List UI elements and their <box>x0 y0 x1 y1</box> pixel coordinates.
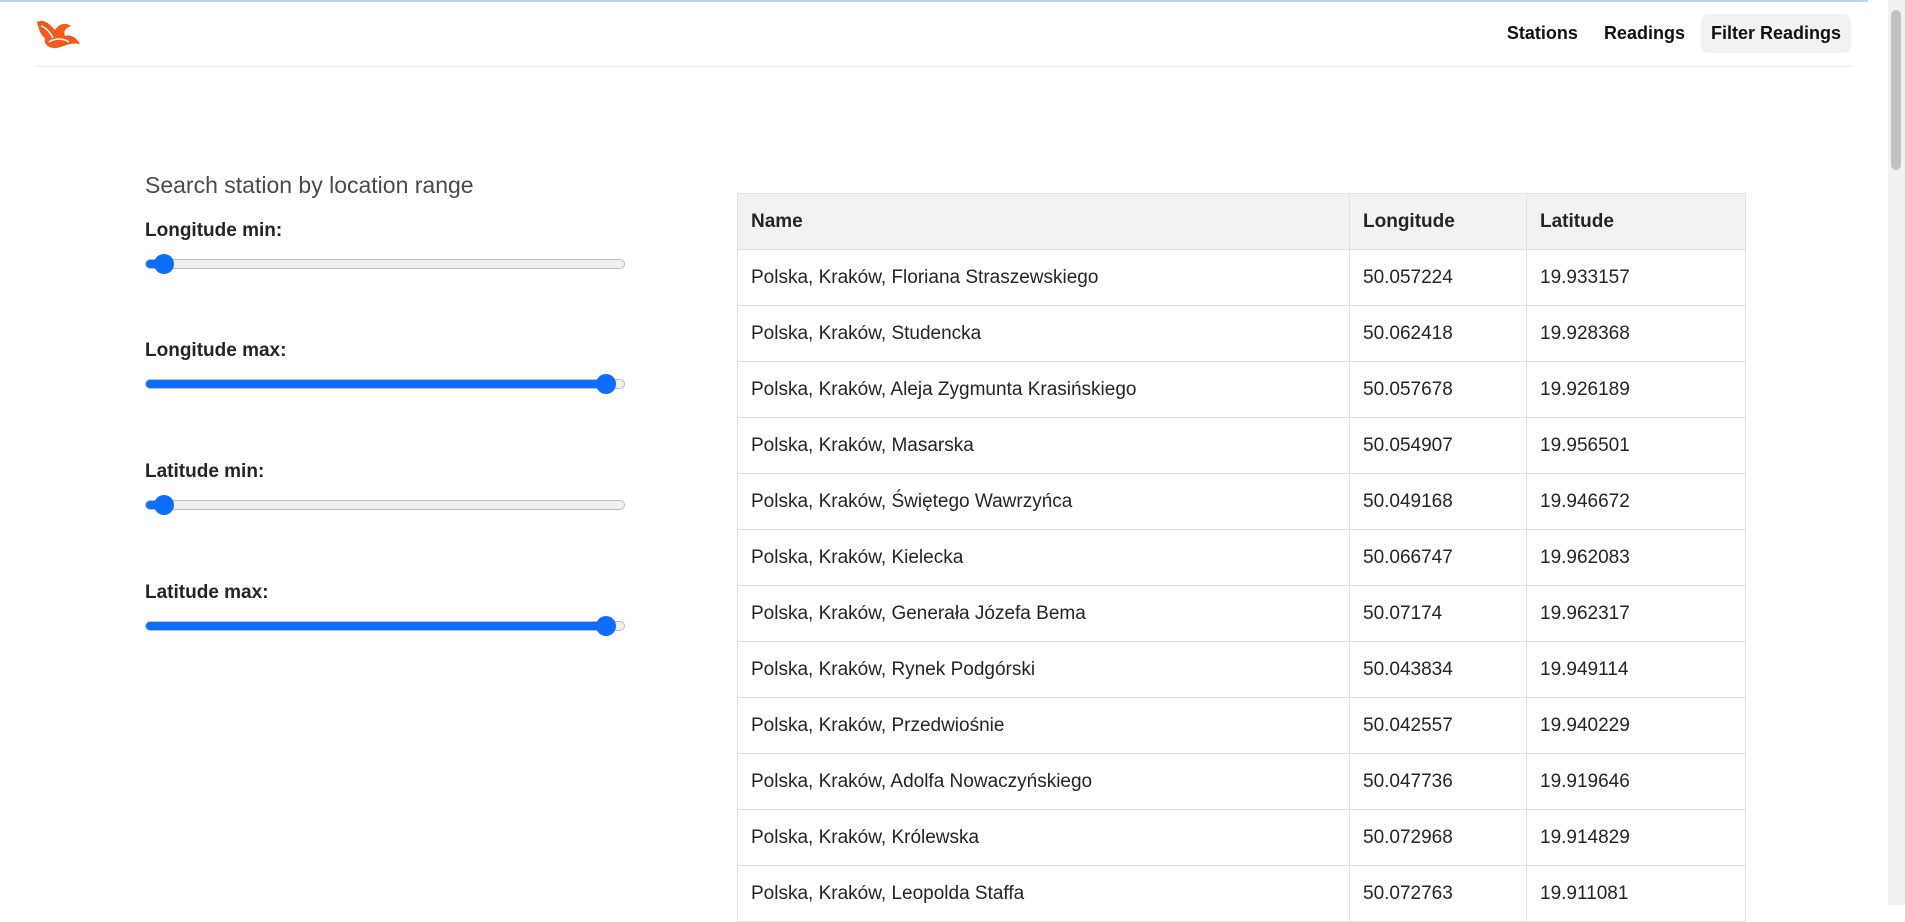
station-latitude-cell: 19.962083 <box>1526 529 1746 586</box>
station-name-cell: Polska, Kraków, Królewska <box>737 809 1350 866</box>
slider-thumb[interactable] <box>595 374 616 394</box>
station-latitude-cell: 19.933157 <box>1526 249 1746 306</box>
top-navbar: Stations Readings Filter Readings <box>35 2 1853 67</box>
page-scrollbar[interactable] <box>1888 0 1905 905</box>
longitude-max-slider[interactable] <box>145 373 625 395</box>
station-latitude-cell: 19.962317 <box>1526 585 1746 642</box>
station-name-cell: Polska, Kraków, Floriana Straszewskiego <box>737 249 1350 306</box>
station-name-cell: Polska, Kraków, Świętego Wawrzyńca <box>737 473 1350 530</box>
column-header-name[interactable]: Name <box>737 193 1350 250</box>
table-row[interactable]: Polska, Kraków, Masarska 50.054907 19.9565… <box>737 417 1746 474</box>
slider-track <box>145 500 625 510</box>
latitude-max-slider[interactable] <box>145 615 625 637</box>
table-row[interactable]: Polska, Kraków, Leopolda Staffa 50.072763… <box>737 865 1746 922</box>
station-name-cell: Polska, Kraków, Rynek Podgórski <box>737 641 1350 698</box>
station-latitude-cell: 19.919646 <box>1526 753 1746 810</box>
station-longitude-cell: 50.066747 <box>1349 529 1527 586</box>
station-name-cell: Polska, Kraków, Kielecka <box>737 529 1350 586</box>
table-row[interactable]: Polska, Kraków, Generała Józefa Bema 50.0… <box>737 585 1746 642</box>
station-name-cell: Polska, Kraków, Aleja Zygmunta Krasiński… <box>737 361 1350 418</box>
longitude-min-label: Longitude min: <box>145 220 283 241</box>
station-longitude-cell: 50.043834 <box>1349 641 1527 698</box>
station-name-cell: Polska, Kraków, Studencka <box>737 305 1350 362</box>
latitude-min-field: Latitude min: <box>145 460 625 515</box>
station-latitude-cell: 19.940229 <box>1526 697 1746 754</box>
slider-thumb[interactable] <box>154 495 175 515</box>
nav-readings[interactable]: Readings <box>1594 14 1695 53</box>
slider-fill <box>146 380 605 388</box>
station-longitude-cell: 50.072968 <box>1349 809 1527 866</box>
table-row[interactable]: Polska, Kraków, Aleja Zygmunta Krasiński… <box>737 361 1746 418</box>
table-row[interactable]: Polska, Kraków, Floriana Straszewskiego 5… <box>737 249 1746 306</box>
station-longitude-cell: 50.072763 <box>1349 865 1527 922</box>
location-filter-panel: Search station by location range Longitu… <box>145 170 625 636</box>
station-longitude-cell: 50.047736 <box>1349 753 1527 810</box>
station-longitude-cell: 50.054907 <box>1349 417 1527 474</box>
phoenix-logo-icon[interactable] <box>35 16 81 50</box>
table-row[interactable]: Polska, Kraków, Przedwiośnie 50.042557 19.… <box>737 697 1746 754</box>
station-longitude-cell: 50.049168 <box>1349 473 1527 530</box>
station-longitude-cell: 50.057224 <box>1349 249 1527 306</box>
station-longitude-cell: 50.07174 <box>1349 585 1527 642</box>
column-header-longitude[interactable]: Longitude <box>1349 193 1527 250</box>
station-longitude-cell: 50.057678 <box>1349 361 1527 418</box>
station-latitude-cell: 19.946672 <box>1526 473 1746 530</box>
table-row[interactable]: Polska, Kraków, Studencka 50.062418 19.928… <box>737 305 1746 362</box>
station-longitude-cell: 50.042557 <box>1349 697 1527 754</box>
column-header-latitude[interactable]: Latitude <box>1526 193 1746 250</box>
station-name-cell: Polska, Kraków, Generała Józefa Bema <box>737 585 1350 642</box>
scrollbar-thumb[interactable] <box>1891 10 1901 170</box>
station-latitude-cell: 19.911081 <box>1526 865 1746 922</box>
table-row[interactable]: Polska, Kraków, Rynek Podgórski 50.043834… <box>737 641 1746 698</box>
station-longitude-cell: 50.062418 <box>1349 305 1527 362</box>
station-latitude-cell: 19.949114 <box>1526 641 1746 698</box>
table-row[interactable]: Polska, Kraków, Adolfa Nowaczyńskiego 50.… <box>737 753 1746 810</box>
table-row[interactable]: Polska, Kraków, Kielecka 50.066747 19.9620… <box>737 529 1746 586</box>
longitude-min-slider[interactable] <box>145 253 625 275</box>
main-nav: Stations Readings Filter Readings <box>1497 14 1851 53</box>
slider-track <box>145 259 625 269</box>
stations-table-container: Name Longitude Latitude Polska, Kraków, … <box>737 193 1746 922</box>
table-row[interactable]: Polska, Kraków, Świętego Wawrzyńca 50.049… <box>737 473 1746 530</box>
station-latitude-cell: 19.928368 <box>1526 305 1746 362</box>
longitude-max-field: Longitude max: <box>145 339 625 394</box>
nav-stations[interactable]: Stations <box>1497 14 1588 53</box>
longitude-max-label: Longitude max: <box>145 340 287 361</box>
slider-thumb[interactable] <box>595 616 616 636</box>
slider-track <box>145 379 625 389</box>
table-body: Polska, Kraków, Floriana Straszewskiego 5… <box>737 249 1746 922</box>
station-latitude-cell: 19.956501 <box>1526 417 1746 474</box>
latitude-min-slider[interactable] <box>145 494 625 516</box>
station-latitude-cell: 19.914829 <box>1526 809 1746 866</box>
station-latitude-cell: 19.926189 <box>1526 361 1746 418</box>
station-name-cell: Polska, Kraków, Masarska <box>737 417 1350 474</box>
table-header-row: Name Longitude Latitude <box>737 193 1746 250</box>
latitude-max-label: Latitude max: <box>145 582 269 603</box>
station-name-cell: Polska, Kraków, Leopolda Staffa <box>737 865 1350 922</box>
station-name-cell: Polska, Kraków, Przedwiośnie <box>737 697 1350 754</box>
station-name-cell: Polska, Kraków, Adolfa Nowaczyńskiego <box>737 753 1350 810</box>
table-row[interactable]: Polska, Kraków, Królewska 50.072968 19.914… <box>737 809 1746 866</box>
latitude-min-label: Latitude min: <box>145 461 265 482</box>
latitude-max-field: Latitude max: <box>145 581 625 636</box>
slider-track <box>145 621 625 631</box>
filter-panel-title: Search station by location range <box>145 172 474 198</box>
slider-thumb[interactable] <box>154 254 175 274</box>
nav-filter-readings[interactable]: Filter Readings <box>1700 14 1851 53</box>
slider-fill <box>146 622 605 630</box>
stations-table: Name Longitude Latitude Polska, Kraków, … <box>737 193 1746 922</box>
longitude-min-field: Longitude min: <box>145 219 625 274</box>
